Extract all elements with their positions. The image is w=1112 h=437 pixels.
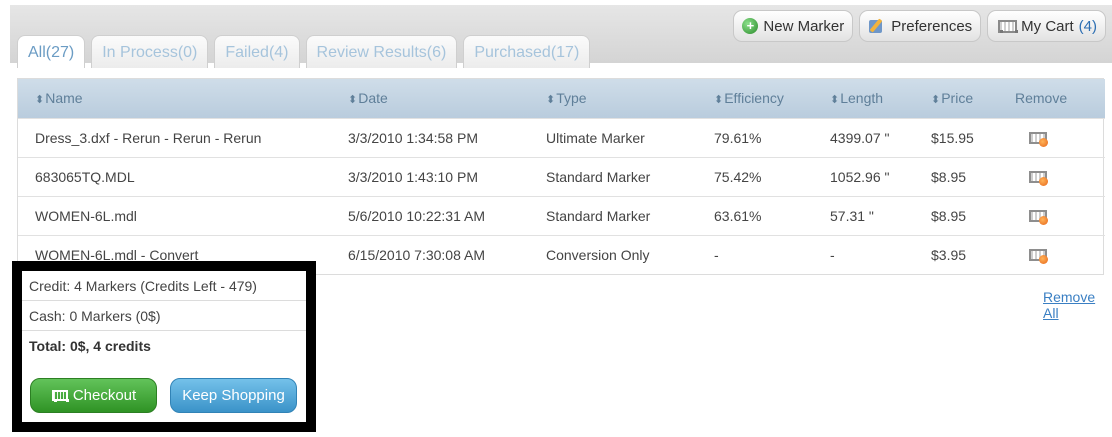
- sort-icon: ⬍: [931, 94, 941, 107]
- cell-type: Standard Marker: [546, 156, 714, 196]
- my-cart-button[interactable]: My Cart (4): [987, 10, 1106, 42]
- preferences-label: Preferences: [891, 17, 973, 35]
- checkout-label: Checkout: [72, 387, 137, 404]
- cell-efficiency: 75.42%: [714, 156, 830, 196]
- remove-all-link[interactable]: Remove All: [1043, 289, 1112, 321]
- header-date[interactable]: ⬍Date: [348, 79, 546, 118]
- cell-remove: [1015, 234, 1105, 274]
- sort-icon: ⬍: [546, 94, 556, 107]
- remove-from-cart-icon[interactable]: [1027, 207, 1049, 225]
- cell-date: 3/3/2010 1:34:58 PM: [348, 117, 546, 157]
- cart-count-badge: (4): [1078, 17, 1097, 35]
- tab-review-results[interactable]: Review Results(6): [305, 35, 458, 68]
- cell-efficiency: 79.61%: [714, 117, 830, 157]
- new-marker-button[interactable]: + New Marker: [733, 10, 854, 42]
- cell-name: 683065TQ.MDL: [18, 156, 348, 196]
- header-efficiency[interactable]: ⬍Efficiency: [714, 79, 830, 118]
- credit-summary: Credit: 4 Markers (Credits Left - 479): [22, 271, 306, 301]
- table-row: Dress_3.dxf - Rerun - Rerun - Rerun 3/3/…: [18, 117, 1105, 157]
- table-row: 683065TQ.MDL 3/3/2010 1:43:10 PM Standar…: [18, 156, 1105, 196]
- cell-type: Conversion Only: [546, 234, 714, 274]
- cell-length: -: [830, 234, 931, 274]
- cell-remove: [1015, 156, 1105, 196]
- header-name[interactable]: ⬍Name: [18, 79, 348, 118]
- cell-date: 3/3/2010 1:43:10 PM: [348, 156, 546, 196]
- cart-icon: [996, 18, 1019, 34]
- tab-purchased[interactable]: Purchased(17): [463, 35, 591, 68]
- new-marker-label: New Marker: [763, 17, 845, 35]
- cell-remove: [1015, 117, 1105, 157]
- my-cart-label: My Cart: [1021, 17, 1074, 35]
- cell-type: Ultimate Marker: [546, 117, 714, 157]
- plus-circle-icon: +: [742, 18, 759, 34]
- cell-efficiency: 63.61%: [714, 195, 830, 235]
- cell-remove: [1015, 195, 1105, 235]
- table-header-row: ⬍Name ⬍Date ⬍Type ⬍Efficiency ⬍Length ⬍P…: [18, 79, 1105, 118]
- cell-name: Dress_3.dxf - Rerun - Rerun - Rerun: [18, 117, 348, 157]
- cell-name: WOMEN-6L.mdl: [18, 195, 348, 235]
- cell-price: $8.95: [931, 156, 1015, 196]
- top-toolbar: + New Marker Preferences My Cart (4): [733, 10, 1106, 42]
- header-type[interactable]: ⬍Type: [546, 79, 714, 118]
- tab-all[interactable]: All(27): [17, 35, 86, 68]
- cell-date: 5/6/2010 10:22:31 AM: [348, 195, 546, 235]
- cell-price: $3.95: [931, 234, 1015, 274]
- cart-summary-panel: Credit: 4 Markers (Credits Left - 479) C…: [12, 261, 316, 432]
- cash-summary: Cash: 0 Markers (0$): [22, 301, 306, 331]
- remove-from-cart-icon[interactable]: [1027, 246, 1049, 264]
- header-length[interactable]: ⬍Length: [830, 79, 931, 118]
- remove-from-cart-icon[interactable]: [1027, 168, 1049, 186]
- header-remove: Remove: [1015, 79, 1105, 118]
- checkout-button[interactable]: Checkout: [30, 378, 157, 413]
- table-row: WOMEN-6L.mdl 5/6/2010 10:22:31 AM Standa…: [18, 195, 1105, 235]
- sort-icon: ⬍: [830, 94, 840, 107]
- sort-icon: ⬍: [348, 94, 358, 107]
- remove-from-cart-icon[interactable]: [1027, 129, 1049, 147]
- cell-type: Standard Marker: [546, 195, 714, 235]
- filter-tabs: All(27) In Process(0) Failed(4) Review R…: [17, 35, 596, 68]
- cell-price: $15.95: [931, 117, 1015, 157]
- tab-failed[interactable]: Failed(4): [214, 35, 300, 68]
- cell-length: 1052.96 ": [830, 156, 931, 196]
- keep-shopping-button[interactable]: Keep Shopping: [170, 378, 297, 413]
- summary-actions: Checkout Keep Shopping: [30, 378, 297, 413]
- cart-table: ⬍Name ⬍Date ⬍Type ⬍Efficiency ⬍Length ⬍P…: [17, 78, 1105, 275]
- sort-icon: ⬍: [714, 94, 724, 107]
- total-summary: Total: 0$, 4 credits: [29, 338, 151, 354]
- header-price[interactable]: ⬍Price: [931, 79, 1015, 118]
- preferences-button[interactable]: Preferences: [859, 10, 982, 42]
- cell-efficiency: -: [714, 234, 830, 274]
- pencil-icon: [868, 17, 886, 35]
- cell-date: 6/15/2010 7:30:08 AM: [348, 234, 546, 274]
- cell-length: 57.31 ": [830, 195, 931, 235]
- tab-in-process[interactable]: In Process(0): [91, 35, 209, 68]
- cell-length: 4399.07 ": [830, 117, 931, 157]
- cart-icon: [51, 389, 69, 402]
- sort-icon: ⬍: [35, 94, 45, 107]
- cell-price: $8.95: [931, 195, 1015, 235]
- keep-shopping-label: Keep Shopping: [182, 387, 285, 404]
